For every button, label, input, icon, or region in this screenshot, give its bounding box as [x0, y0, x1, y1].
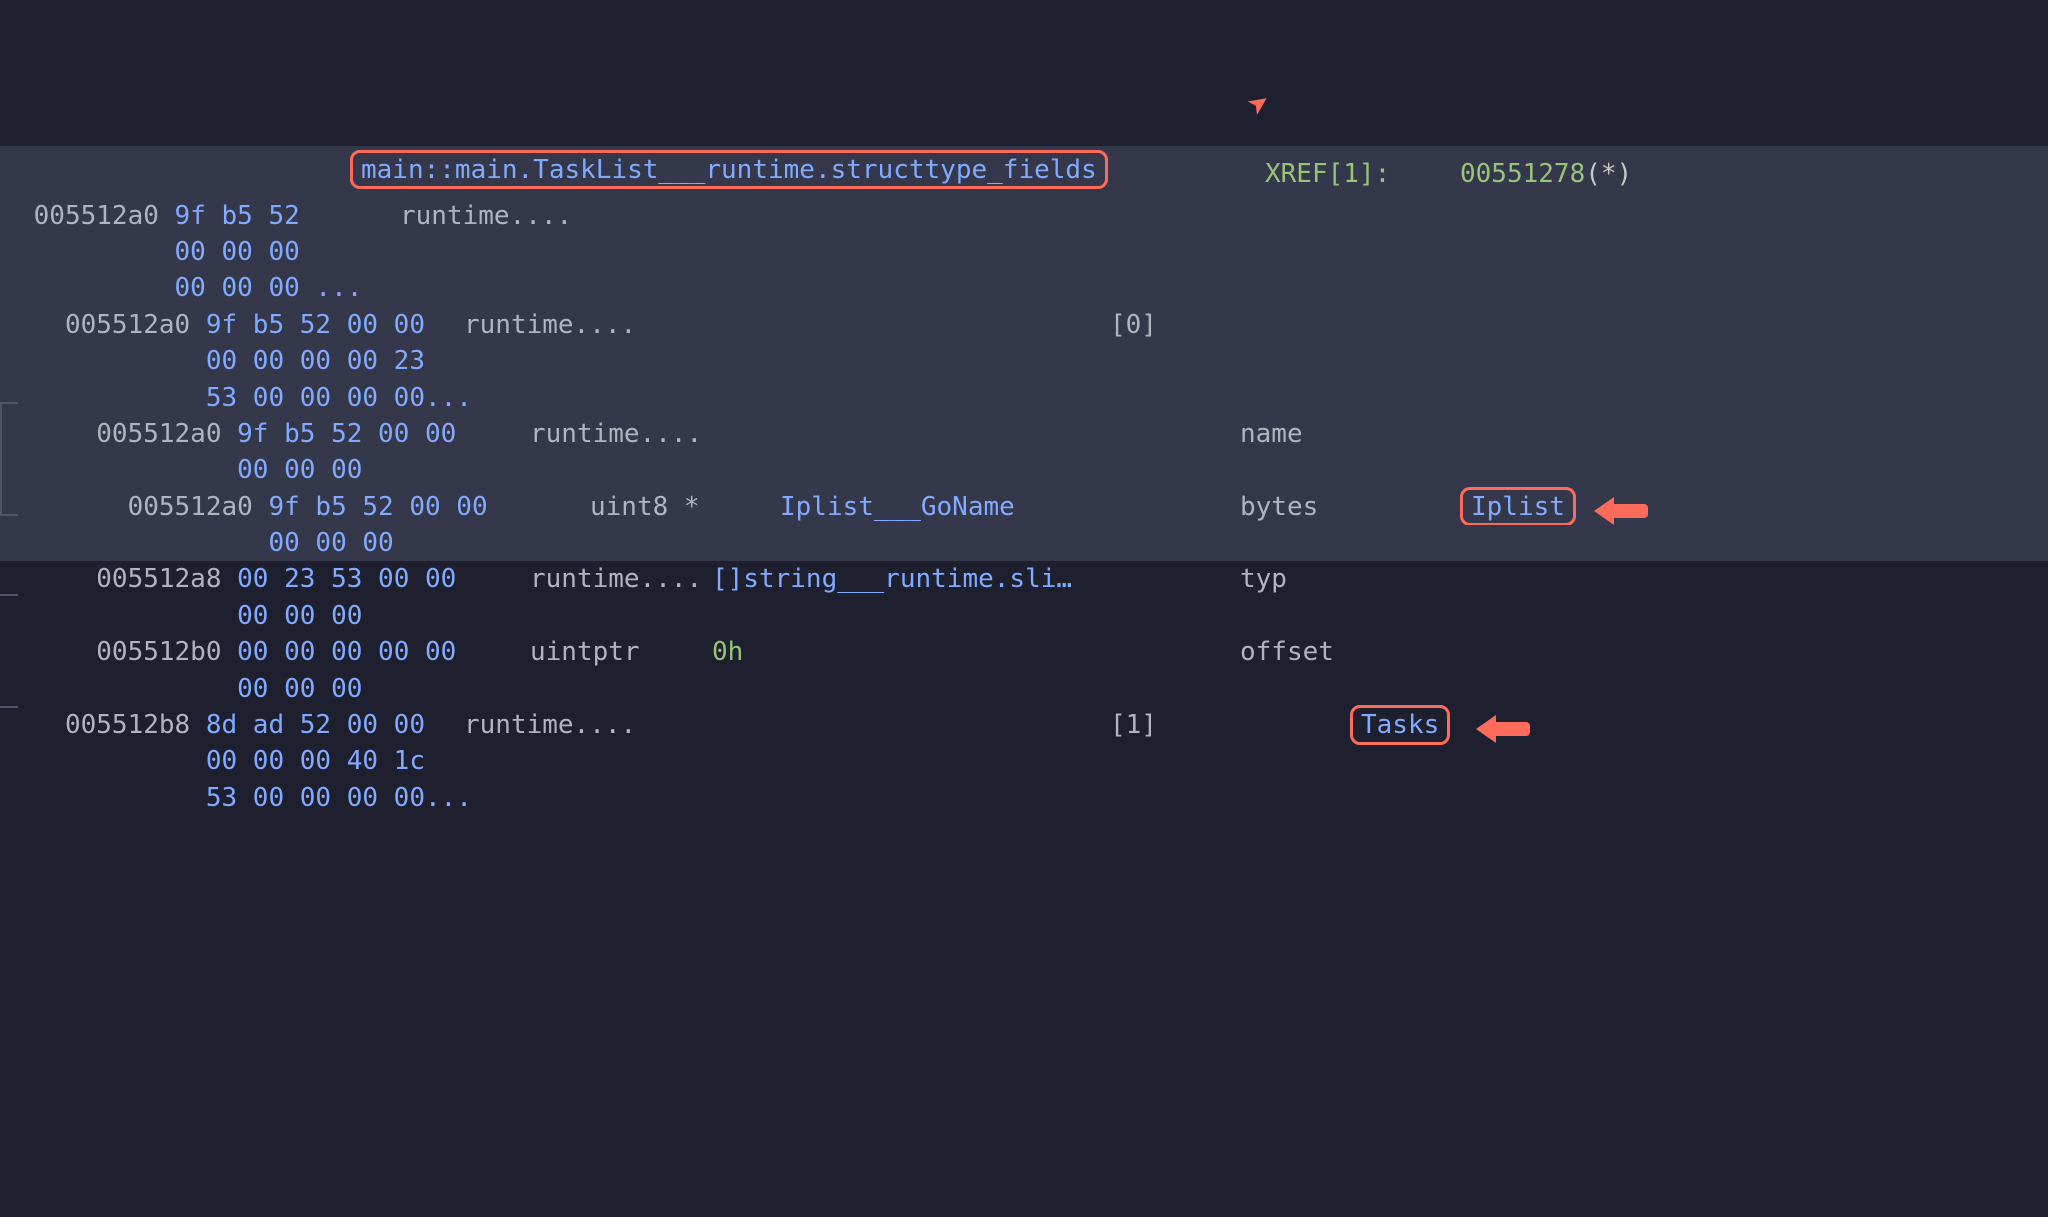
listing-row[interactable]: 005512a0 9f b5 52 00 00 runtime.... [0]: [0, 307, 2048, 343]
bytes-continuation-row[interactable]: 00 00 00: [0, 525, 2048, 561]
bytes: 9f b5 52: [175, 201, 300, 231]
xref-block: XREF[1]:: [1265, 156, 1390, 192]
bytes: 9f b5 52 00 00: [237, 419, 456, 449]
listing-row[interactable]: 005512a0 9f b5 52 runtime....: [0, 198, 2048, 234]
bytes-continuation-row[interactable]: 00 00 00 00 23: [0, 343, 2048, 379]
bytes-continuation: 53 00 00 00 00...: [18, 383, 472, 413]
address[interactable]: 005512a0: [18, 492, 268, 522]
bytes-continuation-row[interactable]: 00 00 00: [0, 598, 2048, 634]
symbol-header-row[interactable]: main::main.TaskList___runtime.structtype…: [0, 146, 2048, 198]
address[interactable]: 005512a0: [18, 419, 237, 449]
bytes-continuation-row[interactable]: 00 00 00: [0, 671, 2048, 707]
annotation-arrow-icon: [1608, 499, 1664, 523]
bytes-continuation-row[interactable]: 53 00 00 00 00...: [0, 380, 2048, 416]
address[interactable]: 005512b0: [18, 637, 237, 667]
address[interactable]: 005512a0: [18, 201, 175, 231]
listing-row[interactable]: 005512b8 8d ad 52 00 00 runtime.... [1] Tas…: [0, 707, 2048, 743]
address[interactable]: 005512a0: [18, 310, 206, 340]
operand-link[interactable]: []string___runtime.sli…: [712, 561, 1072, 597]
listing-row[interactable]: 005512b0 00 00 00 00 00 uintptr 0h offset: [0, 634, 2048, 670]
annotation-cursor: ➤: [1238, 78, 1285, 132]
bytes-continuation: 00 00 00 00 23: [18, 346, 425, 376]
field-name: typ: [1240, 561, 1287, 597]
operand-link[interactable]: Iplist___GoName: [780, 489, 1015, 525]
bytes-continuation-row[interactable]: 53 00 00 00 00...: [0, 780, 2048, 816]
bytes: 9f b5 52 00 00: [268, 492, 487, 522]
bytes-continuation: 00 00 00: [18, 528, 394, 558]
annotation-arrow-icon: [1490, 717, 1546, 741]
bytes: 00 00 00 00 00: [237, 637, 456, 667]
array-index: [1]: [1110, 707, 1157, 743]
bytes-continuation: 53 00 00 00 00...: [18, 783, 472, 813]
disassembly-listing[interactable]: main::main.TaskList___runtime.structtype…: [0, 146, 2048, 817]
type-name: runtime....: [530, 561, 702, 597]
field-name: offset: [1240, 634, 1334, 670]
bytes: 8d ad 52 00 00: [206, 710, 425, 740]
symbol-name[interactable]: main::main.TaskList___runtime.structtype…: [361, 155, 1097, 185]
type-name: uint8 *: [590, 489, 700, 525]
bytes-continuation: 00 00 00: [18, 237, 300, 267]
annotation-label[interactable]: Iplist: [1471, 492, 1565, 522]
operand-value: 0h: [712, 634, 743, 670]
bytes-continuation-row[interactable]: 00 00 00 ...: [0, 270, 2048, 306]
listing-row[interactable]: 005512a0 9f b5 52 00 00 uint8 * Iplist___G…: [0, 489, 2048, 525]
bytes-continuation-row[interactable]: 00 00 00: [0, 452, 2048, 488]
annotation-highlight: Tasks: [1350, 705, 1450, 745]
bytes-continuation: 00 00 00: [18, 674, 362, 704]
bytes-continuation: 00 00 00: [18, 601, 362, 631]
type-name: runtime....: [530, 416, 702, 452]
symbol-name-highlight: main::main.TaskList___runtime.structtype…: [350, 150, 1108, 190]
address[interactable]: 005512b8: [18, 710, 206, 740]
array-index: [0]: [1110, 307, 1157, 343]
field-name: bytes: [1240, 489, 1318, 525]
bytes-continuation: 00 00 00 ...: [18, 273, 362, 303]
type-name: runtime....: [464, 307, 636, 343]
xref-suffix: (*): [1585, 159, 1632, 189]
listing-row[interactable]: 005512a8 00 23 53 00 00 runtime.... []stri…: [0, 561, 2048, 597]
annotation-highlight: Iplist: [1460, 487, 1576, 527]
annotation-label[interactable]: Tasks: [1361, 710, 1439, 740]
field-name: name: [1240, 416, 1303, 452]
bytes: 00 23 53 00 00: [237, 564, 456, 594]
type-name: runtime....: [400, 198, 572, 234]
type-name: uintptr: [530, 634, 640, 670]
xref-address-block[interactable]: 00551278(*): [1460, 156, 1632, 192]
bytes-continuation-row[interactable]: 00 00 00 40 1c: [0, 743, 2048, 779]
bytes-continuation-row[interactable]: 00 00 00: [0, 234, 2048, 270]
type-name: runtime....: [464, 707, 636, 743]
bytes-continuation: 00 00 00: [18, 455, 362, 485]
xref-label: XREF[1]:: [1265, 159, 1390, 189]
bytes-continuation: 00 00 00 40 1c: [18, 746, 425, 776]
bytes: 9f b5 52 00 00: [206, 310, 425, 340]
listing-row[interactable]: 005512a0 9f b5 52 00 00 runtime.... name: [0, 416, 2048, 452]
xref-address[interactable]: 00551278: [1460, 159, 1585, 189]
address[interactable]: 005512a8: [18, 564, 237, 594]
